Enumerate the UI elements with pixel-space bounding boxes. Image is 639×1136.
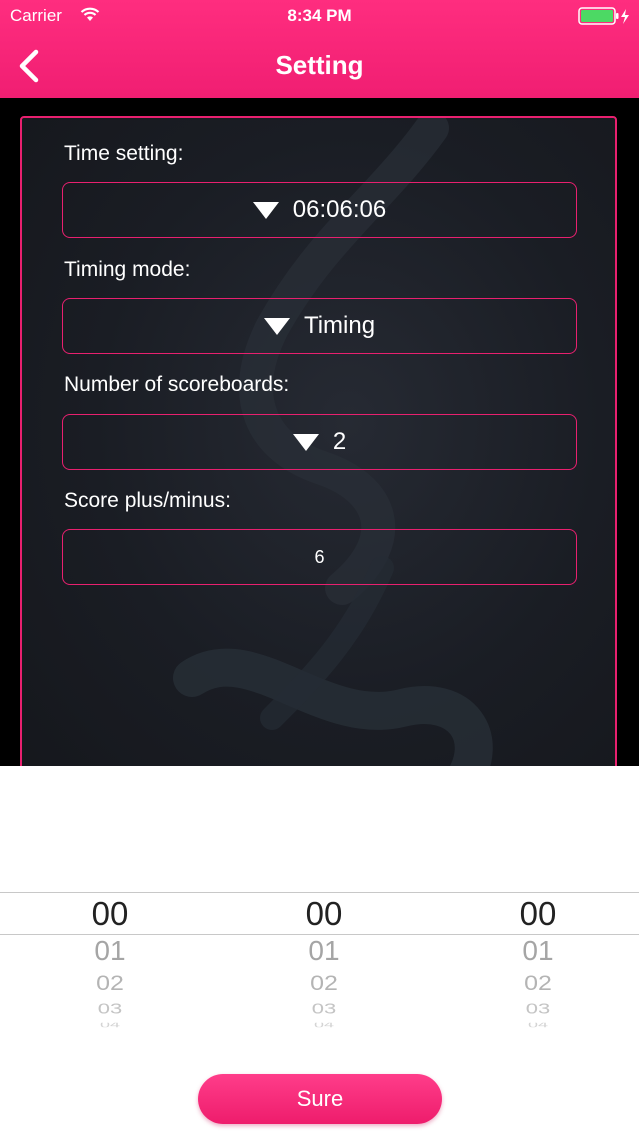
scoreboards-dropdown[interactable]: 2 [62,414,577,470]
status-bar: Carrier 8:34 PM [0,0,639,32]
wheel-item[interactable]: 02 [40,970,180,996]
timing-mode-dropdown[interactable]: Timing [62,298,577,354]
score-step-value: 6 [314,546,325,567]
wheel-item[interactable]: 03 [254,1002,394,1016]
wheel-item[interactable]: 00 [254,894,394,934]
time-setting-value: 06:06:06 [292,196,387,223]
timing-mode-value: Timing [303,312,376,339]
wheel-item[interactable]: 04 [40,1023,180,1028]
nav-header: Carrier 8:34 PM Setting [0,0,639,98]
scoreboards-label: Number of scoreboards: [64,373,290,396]
wheel-item[interactable]: 00 [40,894,180,934]
wheel-item[interactable]: 02 [468,970,608,996]
triangle-down-icon [252,201,279,219]
wheel-item[interactable]: 03 [40,1002,180,1016]
wheel-item[interactable]: 03 [468,1002,608,1016]
settings-panel: Time setting: 06:06:06 Timing mode: Timi… [20,116,617,796]
timing-mode-label: Timing mode: [64,258,191,281]
wheel-item[interactable]: 01 [254,934,394,968]
wheel-item[interactable]: 02 [254,970,394,996]
time-picker-sheet: 00 01 02 03 04 00 01 02 03 04 00 01 02 0… [0,766,639,1136]
wheel-item[interactable]: 01 [40,934,180,968]
wheel-item[interactable]: 04 [468,1023,608,1028]
seconds-wheel[interactable]: 00 01 02 03 04 [468,894,608,1030]
picker-selection-line-top [0,892,639,893]
triangle-down-icon [292,433,319,451]
minutes-wheel[interactable]: 00 01 02 03 04 [254,894,394,1030]
status-time: 8:34 PM [287,6,352,25]
scoreboards-value: 2 [332,428,347,455]
sure-button[interactable]: Sure [198,1074,442,1124]
battery-charging-icon [578,7,629,25]
score-step-input[interactable]: 6 [62,529,577,585]
hours-wheel[interactable]: 00 01 02 03 04 [40,894,180,1030]
wheel-item[interactable]: 00 [468,894,608,934]
time-setting-label: Time setting: [64,142,184,165]
page-title: Setting [275,50,364,80]
score-step-label: Score plus/minus: [64,489,231,512]
time-setting-dropdown[interactable]: 06:06:06 [62,182,577,238]
wheel-item[interactable]: 01 [468,934,608,968]
triangle-down-icon [263,317,290,335]
wheel-item[interactable]: 04 [254,1023,394,1028]
